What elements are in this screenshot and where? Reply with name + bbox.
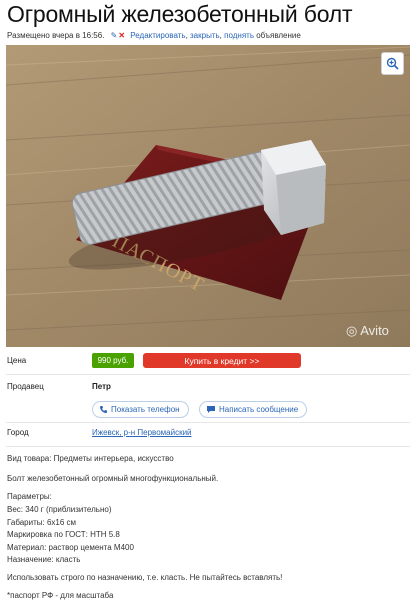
zoom-in-icon — [386, 57, 399, 70]
show-phone-label: Показать телефон — [111, 405, 180, 414]
param-material: Материал: раствор цемента М400 — [7, 543, 134, 552]
edit-link[interactable]: Редактировать — [130, 31, 185, 40]
close-x-icon[interactable]: ✕ — [118, 31, 125, 40]
price-label: Цена — [7, 356, 27, 365]
params-title: Параметры: — [7, 492, 52, 501]
param-size: Габариты: 6x16 см — [7, 518, 77, 527]
listing-meta: Размещено вчера в 16:56. ✎✕ Редактироват… — [7, 31, 301, 40]
show-phone-button[interactable]: Показать телефон — [92, 401, 189, 418]
zoom-button[interactable] — [381, 52, 404, 75]
usage-note: Использовать строго по назначению, т.е. … — [7, 573, 283, 582]
footnote: *паспорт РФ - для масштаба — [7, 591, 114, 600]
price-badge: 990 руб. — [92, 353, 134, 368]
watermark-text: Avito — [360, 323, 389, 338]
divider — [6, 422, 410, 423]
write-message-button[interactable]: Написать сообщение — [199, 401, 308, 418]
param-weight: Вес: 340 г (приблизительно) — [7, 505, 112, 514]
divider — [6, 374, 410, 375]
city-label: Город — [7, 428, 29, 437]
param-purpose: Назначение: класть — [7, 555, 81, 564]
write-message-label: Написать сообщение — [219, 405, 299, 414]
summary-line: Болт железобетонный огромный многофункци… — [7, 474, 219, 483]
divider — [6, 446, 410, 447]
seller-name: Петр — [92, 382, 111, 391]
posted-date: Размещено вчера в 16:56. — [7, 31, 105, 40]
buy-on-credit-button[interactable]: Купить в кредит >> — [143, 353, 301, 368]
param-gost: Маркировка по ГОСТ: НТН 5.8 — [7, 530, 120, 539]
actions-suffix: объявление — [256, 31, 301, 40]
city-link[interactable]: Ижевск, р-н Первомайский — [92, 428, 192, 437]
avito-watermark: ◎ Avito — [346, 323, 389, 339]
phone-icon — [100, 406, 107, 413]
close-link[interactable]: закрыть — [190, 31, 220, 40]
listing-photo[interactable]: ПАСПОРТ — [6, 45, 410, 347]
listing-title: Огромный железобетонный болт — [7, 1, 353, 27]
camera-icon: ◎ — [346, 323, 358, 338]
bolt-photo: ПАСПОРТ — [6, 45, 410, 347]
category-line: Вид товара: Предметы интерьера, искусств… — [7, 454, 174, 463]
chat-bubble-icon — [207, 406, 215, 413]
raise-link[interactable]: поднять — [224, 31, 254, 40]
seller-label: Продавец — [7, 382, 44, 391]
pencil-icon: ✎ — [110, 31, 118, 40]
